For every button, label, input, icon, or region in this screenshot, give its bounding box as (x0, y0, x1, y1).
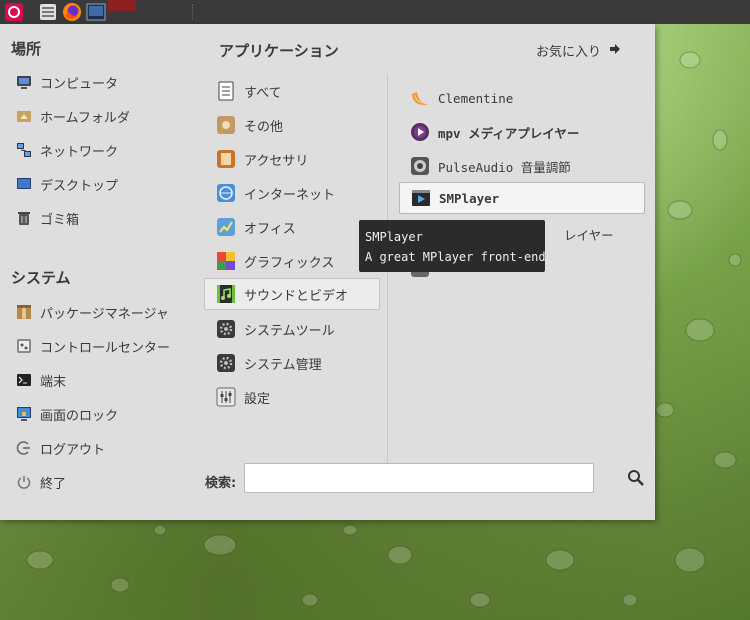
search-input[interactable] (244, 463, 594, 493)
system-item-lock-screen[interactable]: 画面のロック (16, 398, 118, 430)
all-icon (216, 81, 236, 101)
category-label: すべて (244, 85, 282, 101)
arrow-right-icon (609, 43, 621, 58)
favorites-button[interactable]: お気に入り (536, 41, 621, 60)
places-item-label: ホームフォルダ (40, 110, 130, 126)
control-center-icon (16, 338, 32, 354)
top-panel (0, 0, 750, 24)
column-divider (387, 74, 388, 484)
clementine-icon (410, 88, 430, 108)
pulseaudio-icon (410, 156, 430, 176)
system-item-label: 端末 (40, 374, 67, 390)
panel-separator (192, 4, 194, 20)
administration-icon (216, 353, 236, 373)
category-label: サウンドとビデオ (244, 288, 349, 304)
system-item-terminal[interactable]: 端末 (16, 364, 66, 396)
category-label: システム管理 (244, 357, 322, 373)
category-label: グラフィックス (244, 255, 335, 271)
category-label: インターネット (244, 187, 336, 203)
app-label: SMPlayer (439, 190, 500, 206)
file-manager-icon[interactable] (38, 2, 58, 22)
places-item-computer[interactable]: コンピュータ (16, 66, 118, 98)
system-item-logout[interactable]: ログアウト (16, 432, 105, 464)
search-label: 検索: (205, 476, 237, 491)
app-clementine[interactable]: Clementine (410, 82, 513, 114)
category-label: 設定 (244, 391, 271, 407)
places-item-desktop[interactable]: デスクトップ (16, 168, 118, 200)
category-administration[interactable]: システム管理 (216, 347, 322, 379)
category-label: アクセサリ (244, 153, 309, 169)
category-graphics[interactable]: グラフィックス (216, 245, 334, 277)
category-sound-video[interactable]: サウンドとビデオ (204, 278, 380, 310)
application-menu: 場所 コンピュータ ホームフォルダ ネットワーク デスクトップ ゴミ箱 システム… (0, 24, 655, 520)
system-item-label: 終了 (40, 476, 67, 492)
system-item-shutdown[interactable]: 終了 (16, 466, 66, 498)
system-item-label: ログアウト (40, 442, 106, 458)
category-all[interactable]: すべて (216, 75, 282, 107)
trash-icon (16, 210, 32, 226)
power-icon (16, 474, 32, 490)
lock-screen-icon (16, 406, 32, 422)
tooltip-description: A great MPlayer front-end (365, 250, 546, 264)
system-item-package-manager[interactable]: パッケージマネージャ (16, 296, 169, 328)
app-label: レイヤー (564, 227, 614, 243)
search-icon[interactable] (626, 468, 646, 488)
system-item-label: パッケージマネージャ (40, 306, 169, 322)
category-other[interactable]: その他 (216, 109, 283, 141)
places-item-label: ゴミ箱 (40, 212, 80, 228)
app-mpv[interactable]: mpv メディアプレイヤー (410, 116, 579, 148)
category-settings[interactable]: 設定 (216, 381, 270, 413)
places-item-label: デスクトップ (40, 178, 119, 194)
places-heading: 場所 (11, 40, 42, 58)
places-item-network[interactable]: ネットワーク (16, 134, 118, 166)
favorites-label: お気に入り (536, 45, 602, 60)
applications-heading: アプリケーション (219, 42, 339, 60)
app-label: mpv メディアプレイヤー (438, 125, 580, 141)
system-item-control-center[interactable]: コントロールセンター (16, 330, 170, 362)
network-icon (16, 142, 32, 158)
smplayer-icon (411, 188, 431, 208)
tooltip-title: SMPlayer (365, 230, 423, 244)
app-label: Clementine (438, 90, 514, 106)
system-item-label: 画面のロック (40, 408, 119, 424)
accessories-icon (216, 149, 236, 169)
app-pulseaudio[interactable]: PulseAudio 音量調節 (410, 150, 571, 182)
debian-menu-icon[interactable] (4, 2, 24, 22)
places-item-label: コンピュータ (40, 76, 119, 92)
category-system-tools[interactable]: システムツール (216, 313, 335, 345)
graphics-icon (216, 251, 236, 271)
system-item-label: コントロールセンター (40, 340, 171, 356)
app-label: PulseAudio 音量調節 (438, 159, 571, 175)
sound-video-icon (216, 284, 236, 304)
desktop-icon (16, 176, 32, 192)
firefox-icon[interactable] (62, 2, 82, 22)
home-folder-icon (16, 108, 32, 124)
places-item-trash[interactable]: ゴミ箱 (16, 202, 79, 234)
category-accessories[interactable]: アクセサリ (216, 143, 308, 175)
smplayer-tooltip: SMPlayer A great MPlayer front-end (359, 220, 546, 272)
mpv-icon (410, 122, 430, 142)
app-smplayer[interactable]: SMPlayer (399, 182, 645, 214)
computer-icon (16, 74, 32, 90)
settings-icon (216, 387, 236, 407)
category-label: オフィス (244, 221, 296, 237)
category-office[interactable]: オフィス (216, 211, 296, 243)
package-manager-icon (16, 304, 32, 320)
system-heading: システム (11, 269, 71, 287)
category-label: その他 (244, 119, 284, 135)
show-desktop-icon[interactable] (86, 2, 106, 22)
other-icon (216, 115, 236, 135)
panel-indicator (108, 0, 136, 11)
places-item-home[interactable]: ホームフォルダ (16, 100, 130, 132)
system-tools-icon (216, 319, 236, 339)
internet-icon (216, 183, 236, 203)
category-internet[interactable]: インターネット (216, 177, 335, 209)
logout-icon (16, 440, 32, 456)
terminal-icon (16, 372, 32, 388)
places-item-label: ネットワーク (40, 144, 119, 160)
office-icon (216, 217, 236, 237)
category-label: システムツール (244, 323, 335, 339)
